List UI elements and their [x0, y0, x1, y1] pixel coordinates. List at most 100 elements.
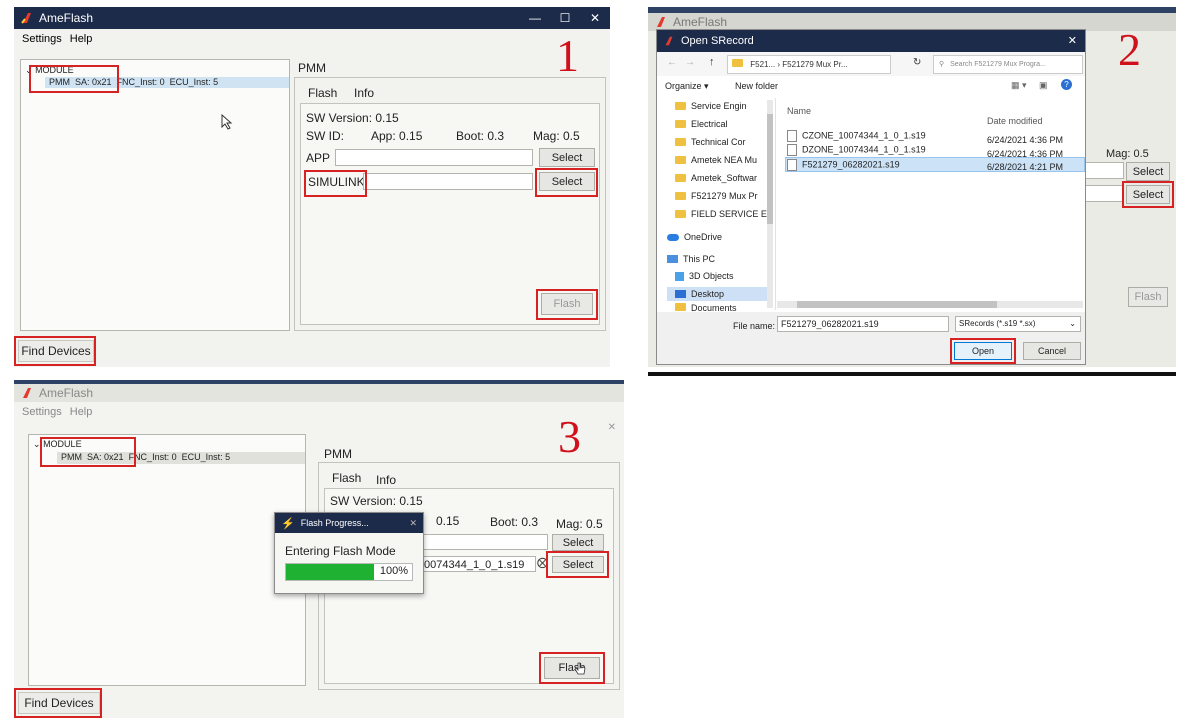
minimize-icon[interactable]: —: [520, 7, 550, 29]
tree-root-module[interactable]: ⌄ MODULE: [33, 439, 82, 450]
nav-mux-pr[interactable]: F521279 Mux Pr: [675, 191, 758, 201]
file-name-input[interactable]: F521279_06282021.s19: [777, 316, 949, 332]
app-select-button[interactable]: Select: [539, 148, 595, 167]
up-arrow-icon[interactable]: ↑: [709, 56, 715, 68]
sw-id-label: SW ID:: [306, 129, 344, 143]
nav-service-engin[interactable]: Service Engin: [675, 101, 747, 111]
panel-step-3: AmeFlash Settings Help ✕ ⌄ MODULE PMM SA…: [14, 380, 624, 718]
organize-button[interactable]: Organize ▾: [665, 81, 709, 92]
clear-field-icon[interactable]: ⨂: [537, 556, 548, 569]
tree-root-module[interactable]: ⌄ MODULE: [25, 65, 74, 76]
organize-label: Organize: [665, 81, 702, 91]
tree-item-pmm[interactable]: PMM SA: 0x21 FNC_Inst: 0 ECU_Inst: 5: [57, 452, 305, 464]
module-tree[interactable]: ⌄ MODULE PMM SA: 0x21 FNC_Inst: 0 ECU_In…: [28, 434, 306, 686]
file-name-label: File name:: [733, 321, 776, 331]
dialog-close-icon[interactable]: ✕: [1068, 34, 1077, 47]
help-icon[interactable]: ?: [1061, 79, 1072, 90]
preview-pane-icon[interactable]: ▣: [1039, 80, 1048, 91]
tab-flash[interactable]: Flash: [308, 86, 337, 100]
simulink-file-field[interactable]: 0074344_1_0_1.s19: [420, 556, 536, 572]
mouse-cursor-icon: [221, 114, 233, 130]
close-icon[interactable]: ✕: [580, 7, 610, 29]
nav-field-service[interactable]: FIELD SERVICE E: [675, 209, 767, 219]
new-folder-button[interactable]: New folder: [735, 81, 778, 91]
file-row-czone[interactable]: CZONE_10074344_1_0_1.s19: [787, 130, 926, 142]
step-number-2: 2: [1118, 24, 1141, 75]
maximize-icon[interactable]: ☐: [550, 7, 580, 29]
find-devices-button[interactable]: Find Devices: [18, 692, 100, 714]
open-button[interactable]: Open: [954, 342, 1012, 360]
mag-version: Mag: 0.5: [556, 517, 603, 531]
mag-version-background: Mag: 0.5: [1106, 148, 1149, 160]
tab-flash[interactable]: Flash: [332, 471, 361, 485]
nav-desktop[interactable]: Desktop: [667, 287, 771, 301]
window-controls: — ☐ ✕: [520, 7, 610, 29]
flash-button[interactable]: Flash: [541, 293, 593, 315]
dialog-title-bar: Open SRecord: [657, 30, 1085, 52]
flash-button[interactable]: Flash: [544, 657, 600, 679]
menu-bar: Settings Help: [14, 29, 610, 49]
nav-documents[interactable]: Documents: [675, 303, 737, 311]
progress-close-icon[interactable]: ✕: [409, 518, 417, 529]
column-header-date[interactable]: Date modified: [987, 116, 1043, 126]
app-select-button[interactable]: Select: [552, 534, 604, 551]
boot-version: Boot: 0.3: [490, 515, 539, 529]
background-flash-button[interactable]: Flash: [1128, 287, 1168, 307]
simulink-file-field[interactable]: [363, 173, 533, 190]
boot-version: Boot: 0.3: [456, 129, 505, 143]
tree-item-pmm[interactable]: PMM SA: 0x21 FNC_Inst: 0 ECU_Inst: 5: [45, 77, 289, 88]
close-icon[interactable]: ✕: [608, 422, 616, 433]
panel-step-1: AmeFlash — ☐ ✕ Settings Help ⌄ MODULE PM…: [14, 7, 610, 367]
nav-electrical[interactable]: Electrical: [675, 119, 728, 129]
window-title: AmeFlash: [39, 11, 94, 25]
mag-version: Mag: 0.5: [533, 129, 580, 143]
folder-icon: [675, 102, 686, 110]
breadcrumb-part-1[interactable]: F521...: [750, 60, 775, 69]
cancel-button[interactable]: Cancel: [1023, 342, 1081, 360]
nav-ametek-nea[interactable]: Ametek NEA Mu: [675, 155, 757, 165]
menu-settings[interactable]: Settings: [22, 33, 62, 45]
menu-settings[interactable]: Settings: [22, 406, 62, 418]
nav-scrollbar[interactable]: [767, 100, 773, 308]
simulink-select-button[interactable]: Select: [539, 172, 595, 191]
column-header-name[interactable]: Name: [787, 106, 811, 116]
app-file-field[interactable]: [420, 534, 548, 550]
menu-help[interactable]: Help: [70, 33, 93, 45]
progress-title: Flash Progress...: [300, 518, 369, 528]
nav-ametek-software[interactable]: Ametek_Softwar: [675, 173, 757, 183]
search-placeholder: Search F521279 Mux Progra...: [950, 61, 1046, 68]
chevron-down-icon[interactable]: ⌄: [25, 65, 33, 75]
simulink-select-button[interactable]: Select: [552, 556, 604, 573]
file-icon: [787, 130, 797, 142]
app-file-field[interactable]: [335, 149, 533, 166]
search-icon: ⚲: [939, 61, 945, 68]
breadcrumb-part-2[interactable]: F521279 Mux Pr...: [782, 60, 847, 69]
search-box[interactable]: ⚲ Search F521279 Mux Progra...: [933, 55, 1083, 74]
find-devices-button[interactable]: Find Devices: [18, 340, 94, 362]
nav-this-pc[interactable]: This PC: [667, 254, 715, 264]
file-type-select[interactable]: SRecords (*.s19 *.sx) ⌄: [955, 316, 1081, 332]
tab-info[interactable]: Info: [376, 473, 396, 487]
lightning-icon: ⚡: [281, 517, 295, 530]
background-select-button-2[interactable]: Select: [1126, 185, 1170, 204]
progress-bar-fill: [286, 564, 374, 580]
chevron-down-icon[interactable]: ⌄: [33, 439, 41, 449]
refresh-icon[interactable]: ↻: [913, 57, 921, 68]
ameflash-logo-icon: [665, 36, 673, 46]
menu-help[interactable]: Help: [70, 406, 93, 418]
back-arrow-icon[interactable]: ←: [667, 57, 677, 68]
horizontal-scrollbar[interactable]: [777, 301, 1083, 308]
breadcrumb[interactable]: F521... › F521279 Mux Pr...: [727, 55, 891, 74]
tab-info[interactable]: Info: [354, 86, 374, 100]
view-options-icon[interactable]: ▦ ▾: [1011, 80, 1027, 91]
forward-arrow-icon[interactable]: →: [685, 57, 695, 68]
folder-icon: [675, 210, 686, 218]
background-select-button-1[interactable]: Select: [1126, 162, 1170, 181]
nav-technical[interactable]: Technical Cor: [675, 137, 746, 147]
file-row-f521279[interactable]: F521279_06282021.s19: [787, 159, 900, 171]
sw-version: SW Version: 0.15: [330, 494, 423, 508]
file-row-dzone[interactable]: DZONE_10074344_1_0_1.s19: [787, 144, 926, 156]
nav-onedrive[interactable]: OneDrive: [667, 232, 722, 242]
module-tree[interactable]: ⌄ MODULE PMM SA: 0x21 FNC_Inst: 0 ECU_In…: [20, 59, 290, 331]
nav-3d-objects[interactable]: 3D Objects: [675, 271, 734, 281]
